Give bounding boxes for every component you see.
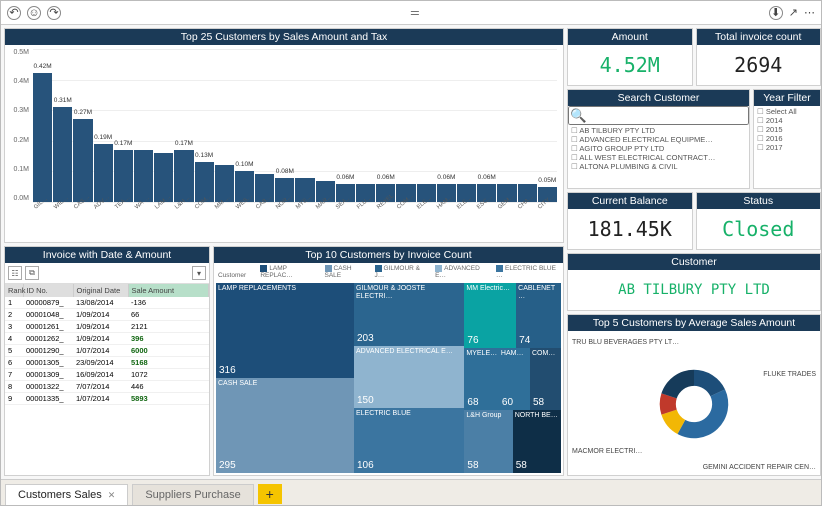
list-item[interactable]: 2016 — [757, 134, 817, 143]
donut-tile: Top 5 Customers by Average Sales Amount … — [567, 314, 821, 476]
app-frame: ↶ ☺ ↷ ＝ ⬇ ↗ ⋯ Top 25 Customers by Sales … — [0, 0, 822, 506]
bar[interactable]: 0.42M — [33, 73, 52, 202]
redo-icon[interactable]: ↷ — [47, 6, 61, 20]
report-body: Top 25 Customers by Sales Amount and Tax… — [1, 25, 821, 479]
tab-suppliers-purchase[interactable]: Suppliers Purchase — [132, 484, 253, 505]
treemap-node[interactable]: LAMP REPLACEMENTS316 — [216, 283, 354, 378]
list-item[interactable]: AB TILBURY PTY LTD — [571, 126, 746, 135]
treemap-node[interactable]: ELECTRIC BLUE106 — [354, 408, 464, 473]
table-row[interactable]: 300001261_1/09/20142121 — [5, 321, 209, 333]
kpi-status-value: Closed — [697, 209, 821, 249]
customer-value: AB TILBURY PTY LTD — [568, 270, 820, 310]
list-item[interactable]: ADVANCED ELECTRICAL EQUIPME… — [571, 135, 746, 144]
donut-chart[interactable]: TRU BLU BEVERAGES PTY LT… FLUKE TRADES M… — [568, 331, 820, 475]
list-item[interactable]: 2014 — [757, 116, 817, 125]
tab-customers-sales[interactable]: Customers Sales✕ — [5, 484, 128, 505]
col-amt[interactable]: Sale Amount — [128, 284, 209, 297]
treemap-node[interactable]: L&H Group58 — [464, 410, 512, 473]
treemap-node[interactable]: GILMOUR & JOOSTE ELECTRI…203 — [354, 283, 464, 346]
invoice-title: Invoice with Date & Amount — [5, 247, 209, 263]
invoice-tile: Invoice with Date & Amount ☷ ⧉ ▾ Rank ID… — [4, 246, 210, 476]
search-tile: Search Customer AB TILBURY PTY LTDADVANC… — [567, 89, 750, 189]
reset-icon[interactable]: ☺ — [27, 6, 41, 20]
table-row[interactable]: 600001305_23/09/20145168 — [5, 357, 209, 369]
kpi-balance: Current Balance 181.45K — [567, 192, 693, 250]
add-tab-button[interactable]: + — [258, 484, 282, 504]
treemap-tile: Top 10 Customers by Invoice Count Custom… — [213, 246, 564, 476]
list-item[interactable]: AGITO GROUP PTY LTD — [571, 144, 746, 153]
filter-icon[interactable]: ▾ — [192, 266, 206, 280]
x-axis: GILMOUR & …WILCO ELECTRICALCASH SALEADVA… — [33, 202, 557, 242]
bar[interactable]: 0.27M — [73, 119, 92, 202]
bar-chart-title: Top 25 Customers by Sales Amount and Tax — [5, 29, 563, 45]
list-item[interactable]: Select All — [757, 107, 817, 116]
year-filter-list[interactable]: Select All2014201520162017 — [754, 106, 820, 153]
treemap-node[interactable]: HAM…60 — [499, 348, 530, 411]
year-filter-tile: Year Filter Select All2014201520162017 — [753, 89, 821, 189]
table-row[interactable]: 200001048_1/09/201466 — [5, 309, 209, 321]
bar-chart-tile: Top 25 Customers by Sales Amount and Tax… — [4, 28, 564, 243]
table-row[interactable]: 800001322_7/07/2014446 — [5, 381, 209, 393]
close-icon[interactable]: ✕ — [108, 490, 116, 500]
download-icon[interactable]: ⬇ — [769, 6, 783, 20]
sheet-tabs: Customers Sales✕ Suppliers Purchase + — [1, 479, 821, 505]
treemap-node[interactable]: NORTH BE…58 — [513, 410, 561, 473]
list-item[interactable]: ALTONA PLUMBING & CIVIL — [571, 162, 746, 171]
kpi-amount-value: 4.52M — [568, 45, 692, 85]
customer-tile: Customer AB TILBURY PTY LTD — [567, 253, 821, 311]
treemap-title: Top 10 Customers by Invoice Count — [214, 247, 563, 263]
list-item[interactable]: 2017 — [757, 143, 817, 152]
col-id[interactable]: ID No. — [23, 284, 73, 297]
table-row[interactable]: 700001309_16/09/20141072 — [5, 369, 209, 381]
table-row[interactable]: 500001290_1/07/20146000 — [5, 345, 209, 357]
treemap-node[interactable]: MYELE…68 — [464, 348, 499, 411]
treemap-node[interactable]: CASH SALE295 — [216, 378, 354, 473]
kpi-invoices: Total invoice count 2694 — [696, 28, 822, 86]
undo-icon[interactable]: ↶ — [7, 6, 21, 20]
col-rank[interactable]: Rank — [5, 284, 23, 297]
search-input[interactable] — [568, 106, 749, 125]
bar[interactable]: 0.31M — [53, 107, 72, 202]
list-item[interactable]: ALL WEST ELECTRICAL CONTRACT… — [571, 153, 746, 162]
donut-slice[interactable] — [677, 389, 728, 438]
col-date[interactable]: Original Date — [73, 284, 128, 297]
table-row[interactable]: 900001335_1/07/20145893 — [5, 393, 209, 405]
list-item[interactable]: 2015 — [757, 125, 817, 134]
invoice-table[interactable]: Rank ID No. Original Date Sale Amount 10… — [5, 284, 209, 405]
export-icon[interactable]: ☷ — [8, 266, 22, 280]
search-list[interactable]: AB TILBURY PTY LTDADVANCED ELECTRICAL EQ… — [568, 125, 749, 172]
treemap-node[interactable]: COM…58 — [530, 348, 561, 411]
bar-chart[interactable]: 0.5M0.4M0.3M0.2M0.1M0.0M 0.42M0.31M0.27M… — [5, 45, 563, 242]
treemap-legend: CustomerLAMP REPLAC…CASH SALEGILMOUR & J… — [214, 263, 563, 281]
treemap[interactable]: LAMP REPLACEMENTS316CASH SALE295GILMOUR … — [216, 283, 561, 473]
copy-icon[interactable]: ⧉ — [25, 266, 39, 280]
donut-slice[interactable] — [661, 370, 694, 399]
kpi-amount: Amount 4.52M — [567, 28, 693, 86]
more-icon[interactable]: ⋯ — [804, 6, 815, 19]
invoice-toolbar: ☷ ⧉ ▾ — [5, 263, 209, 284]
kpi-invoices-value: 2694 — [697, 45, 821, 85]
kpi-status: Status Closed — [696, 192, 822, 250]
kpi-balance-value: 181.45K — [568, 209, 692, 249]
treemap-node[interactable]: ADVANCED ELECTRICAL E…150 — [354, 346, 464, 409]
popout-icon[interactable]: ↗ — [789, 6, 798, 19]
top-toolbar: ↶ ☺ ↷ ＝ ⬇ ↗ ⋯ — [1, 1, 821, 25]
treemap-node[interactable]: CABLENET …74 — [516, 283, 561, 348]
bar[interactable]: 0.19M — [94, 144, 113, 202]
y-axis: 0.5M0.4M0.3M0.2M0.1M0.0M — [5, 49, 31, 202]
table-row[interactable]: 400001262_1/09/2014396 — [5, 333, 209, 345]
table-row[interactable]: 100000879_13/08/2014-136 — [5, 297, 209, 309]
treemap-node[interactable]: MM Electric…76 — [464, 283, 516, 348]
handle-icon[interactable]: ＝ — [409, 5, 420, 21]
